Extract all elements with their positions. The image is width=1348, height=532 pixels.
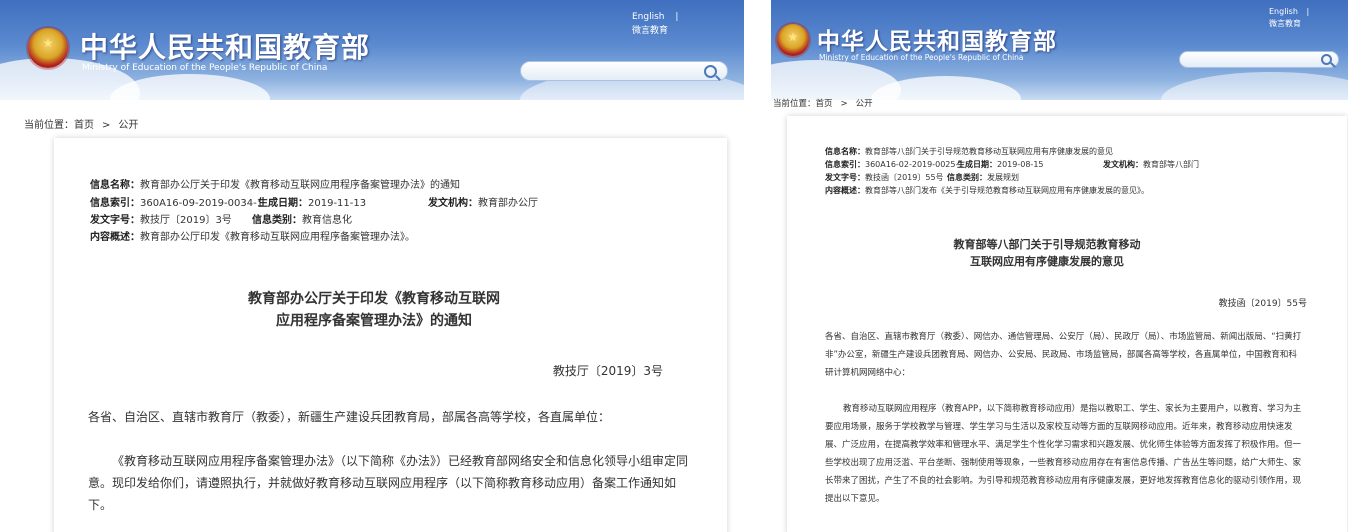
meta-value: 教技函〔2019〕55号 (865, 173, 944, 182)
document-title: 教育部办公厅关于印发《教育移动互联网 应用程序备案管理办法》的通知 (54, 288, 694, 332)
meta-index-row: 信息索引：360A16-09-2019-0034-1生成日期：2019-11-1… (90, 194, 538, 209)
meta-value: 教育部等八部门关于引导规范教育移动互联网应用有序健康发展的意见 (865, 147, 1113, 156)
national-emblem-icon (28, 28, 68, 68)
meta-label: 内容概述： (825, 186, 865, 195)
meta-docno-row: 发文字号：教技厅〔2019〕3号 信息类别：教育信息化 (90, 211, 352, 226)
breadcrumb-separator: > (840, 99, 848, 109)
meta-label: 发文字号： (825, 173, 865, 182)
document-title: 教育部等八部门关于引导规范教育移动 互联网应用有序健康发展的意见 (787, 236, 1307, 270)
site-subtitle: Ministry of Education of the People's Re… (82, 63, 328, 73)
meta-label: 生成日期： (258, 198, 308, 209)
breadcrumb-current: 公开 (855, 99, 873, 109)
document-title-line: 教育部等八部门关于引导规范教育移动 (953, 238, 1141, 251)
meta-summary-row: 内容概述：教育部等八部门发布《关于引导规范教育移动互联网应用有序健康发展的意见》… (825, 185, 1149, 196)
document-title-line: 教育部办公厅关于印发《教育移动互联网 (248, 291, 500, 307)
meta-value: 教育部等八部门 (1143, 160, 1199, 169)
header-links: English | 微言教育 (1269, 6, 1309, 30)
right-page-screenshot: 中华人民共和国教育部 Ministry of Education of the … (771, 0, 1348, 532)
site-title: 中华人民共和国教育部 (80, 31, 371, 64)
breadcrumb-current: 公开 (118, 120, 139, 131)
english-link[interactable]: English (632, 12, 665, 22)
meta-value: 教育部办公厅关于印发《教育移动互联网应用程序备案管理办法》的通知 (140, 180, 460, 191)
meta-value: 教技厅〔2019〕3号 (140, 215, 232, 226)
breadcrumb-prefix: 当前位置： (24, 120, 74, 131)
meta-label: 信息索引： (90, 198, 140, 209)
site-header: 中华人民共和国教育部 Ministry of Education of the … (0, 0, 744, 100)
document-title-line: 互联网应用有序健康发展的意见 (970, 255, 1124, 268)
breadcrumb: 当前位置：首页 > 公开 (773, 97, 881, 109)
document-page: 信息名称：教育部等八部门关于引导规范教育移动互联网应用有序健康发展的意见 信息索… (787, 116, 1347, 532)
site-subtitle: Ministry of Education of the People's Re… (819, 53, 1024, 62)
meta-label: 内容概述： (90, 232, 140, 243)
search-icon[interactable] (704, 65, 717, 78)
header-links: English | 微言教育 (632, 10, 678, 38)
national-emblem-icon (777, 24, 809, 56)
meta-label: 生成日期： (957, 160, 997, 169)
document-paragraph: 《教育移动互联网应用程序备案管理办法》（以下简称《办法》）已经教育部网络安全和信… (88, 454, 689, 512)
meta-value: 2019-11-13 (308, 198, 367, 209)
meta-name-row: 信息名称：教育部办公厅关于印发《教育移动互联网应用程序备案管理办法》的通知 (90, 176, 460, 191)
meta-docno-row: 发文字号：教技函〔2019〕55号 信息类别：发展规划 (825, 172, 1019, 183)
weibo-link[interactable]: 微言教育 (1269, 19, 1301, 28)
search-input[interactable] (520, 61, 728, 81)
meta-label: 信息索引： (825, 160, 865, 169)
document-title-line: 应用程序备案管理办法》的通知 (276, 313, 472, 329)
meta-value: 教育部办公厅印发《教育移动互联网应用程序备案管理办法》。 (140, 232, 415, 243)
link-divider: | (675, 12, 679, 22)
meta-label: 信息名称： (825, 147, 865, 156)
meta-value: 教育部办公厅 (478, 198, 538, 209)
meta-label: 信息类别： (947, 173, 987, 182)
meta-value: 发展规划 (987, 173, 1019, 182)
breadcrumb-home[interactable]: 首页 (74, 120, 94, 131)
meta-index-row: 信息索引：360A16-02-2019-0025-1生成日期：2019-08-1… (825, 159, 1199, 170)
document-paragraph: 各省、自治区、直辖市教育厅（教委）、网信办、通信管理局、公安厅（局）、民政厅（局… (825, 332, 1302, 378)
document-number: 教技函〔2019〕55号 (1218, 299, 1307, 309)
breadcrumb-separator: > (102, 120, 111, 131)
meta-value: 教育部等八部门发布《关于引导规范教育移动互联网应用有序健康发展的意见》。 (865, 186, 1149, 195)
search-icon[interactable] (1321, 54, 1332, 65)
cloud-decoration (110, 74, 270, 100)
meta-label: 发文字号： (90, 215, 140, 226)
weibo-link[interactable]: 微言教育 (632, 26, 668, 36)
meta-value: 360A16-02-2019-0025-1 (865, 160, 964, 169)
english-link[interactable]: English (1269, 7, 1298, 16)
site-header: 中华人民共和国教育部 Ministry of Education of the … (771, 0, 1348, 100)
document-page: 信息名称：教育部办公厅关于印发《教育移动互联网应用程序备案管理办法》的通知 信息… (54, 138, 727, 532)
cloud-decoration (1161, 72, 1348, 100)
meta-summary-row: 内容概述：教育部办公厅印发《教育移动互联网应用程序备案管理办法》。 (90, 228, 415, 243)
site-title: 中华人民共和国教育部 (817, 29, 1057, 55)
breadcrumb: 当前位置：首页 > 公开 (24, 116, 146, 131)
meta-value: 2019-08-15 (997, 160, 1044, 169)
meta-label: 信息类别： (252, 215, 302, 226)
document-number: 教技厅〔2019〕3号 (552, 364, 663, 378)
breadcrumb-prefix: 当前位置： (773, 99, 816, 109)
breadcrumb-home[interactable]: 首页 (816, 99, 833, 109)
document-paragraph: 各省、自治区、直辖市教育厅（教委），新疆生产建设兵团教育局，部属各高等学校，各直… (88, 410, 611, 424)
search-input[interactable] (1179, 51, 1339, 68)
link-divider: | (1306, 7, 1310, 16)
meta-name-row: 信息名称：教育部等八部门关于引导规范教育移动互联网应用有序健康发展的意见 (825, 146, 1113, 157)
meta-label: 信息名称： (90, 180, 140, 191)
document-paragraph: 教育移动互联网应用程序（教育APP，以下简称教育移动应用）是指以教职工、学生、家… (825, 404, 1302, 504)
left-page-screenshot: 中华人民共和国教育部 Ministry of Education of the … (0, 0, 744, 532)
meta-label: 发文机构： (428, 198, 478, 209)
meta-value: 教育信息化 (302, 215, 352, 226)
meta-value: 360A16-09-2019-0034-1 (140, 198, 264, 209)
meta-label: 发文机构： (1103, 160, 1143, 169)
